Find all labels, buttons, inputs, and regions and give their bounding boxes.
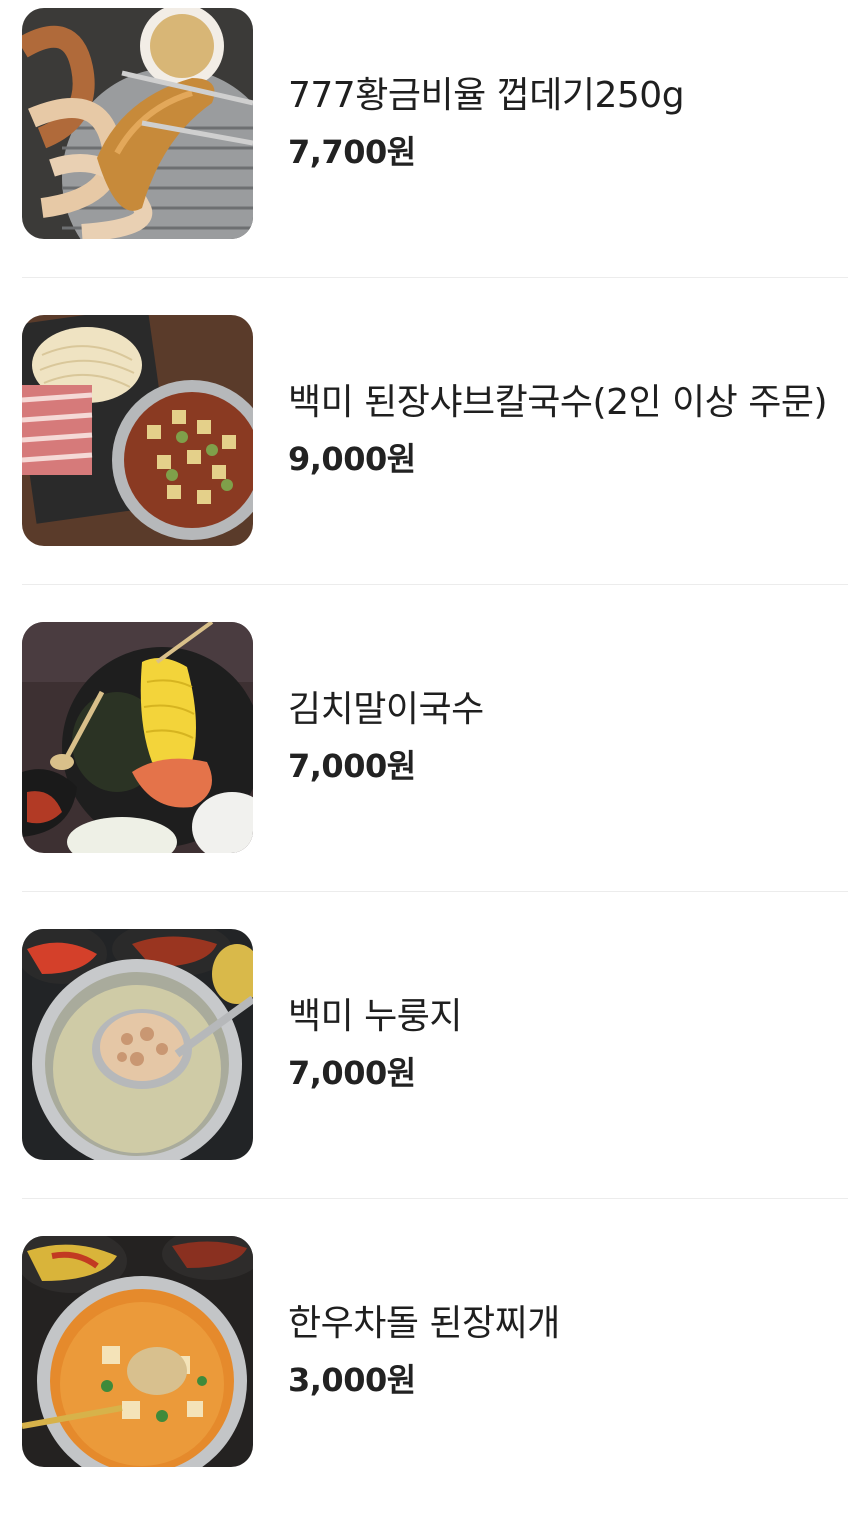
menu-item-price: 7,000원 (288, 1054, 416, 1092)
shabu-kalguksu-photo (22, 315, 253, 546)
menu-item-name: 한우차돌 된장찌개 (288, 1303, 560, 1344)
menu-item[interactable]: 777황금비율 껍데기250g 7,700원 (0, 0, 852, 307)
menu-item-price: 7,000원 (288, 747, 416, 785)
menu-item[interactable]: 백미 누룽지 7,000원 (0, 921, 852, 1228)
menu-item[interactable]: 김치말이국수 7,000원 (0, 614, 852, 921)
menu-item[interactable]: 백미 된장샤브칼국수(2인 이상 주문) 9,000원 (0, 307, 852, 614)
divider (22, 584, 848, 585)
menu-item-price: 9,000원 (288, 440, 416, 478)
menu-item-name: 김치말이국수 (288, 689, 484, 730)
menu-item-price: 7,700원 (288, 133, 416, 171)
menu-item-name: 백미 누룽지 (288, 996, 463, 1037)
divider (22, 891, 848, 892)
divider (22, 1198, 848, 1199)
menu-item-name: 777황금비율 껍데기250g (288, 75, 685, 116)
doenjang-jjigae-photo (22, 1236, 253, 1467)
divider (22, 277, 848, 278)
menu-item-name: 백미 된장샤브칼국수(2인 이상 주문) (288, 382, 828, 423)
nurungji-photo (22, 929, 253, 1160)
menu-item[interactable]: 한우차돌 된장찌개 3,000원 (0, 1228, 852, 1535)
grilled-pork-skin-photo (22, 8, 253, 239)
kimchi-noodles-photo (22, 622, 253, 853)
menu-list: 777황금비율 껍데기250g 7,700원 백미 된장샤브칼국수(2인 이상 … (0, 0, 852, 1478)
menu-item-price: 3,000원 (288, 1361, 416, 1399)
